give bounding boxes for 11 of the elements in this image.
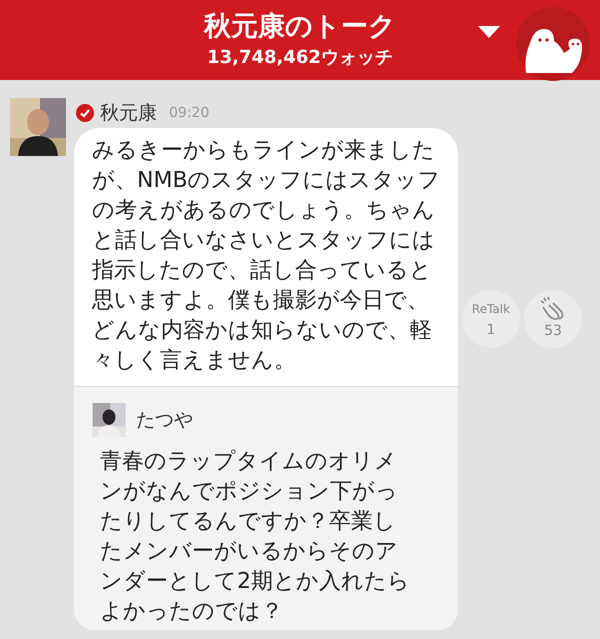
post-time: 09:20 bbox=[169, 105, 210, 121]
question-text: 青春のラップタイムのオリメンがなんでポジション下がったりしてるんですか？卒業したメンバーがいるからそのアンダーとして2期とか入れたらよかったのでは？ bbox=[99, 448, 411, 626]
dropdown-caret-icon[interactable] bbox=[478, 26, 500, 38]
retalk-button[interactable]: ReTalk 1 bbox=[462, 290, 520, 348]
message-bubble: みるきーからもラインが来ましたが、NMBのスタッフにはスタッフの考えがあるのでしょう。ちゃんと話し合いなさいとスタッフには指示したので、話し合っていると思いますよ。僕も撮影が今日で、どんな内容かは知らないので、軽々しく言えません。 bbox=[74, 128, 458, 386]
clap-button[interactable]: 53 bbox=[524, 290, 582, 348]
author-name[interactable]: 秋元康 bbox=[100, 100, 157, 126]
asker-name: たつや bbox=[136, 408, 193, 433]
ghost-logo-icon[interactable] bbox=[516, 7, 590, 81]
page-title: 秋元康のトーク bbox=[204, 10, 396, 44]
watch-count: 13,748,462ウォッチ bbox=[207, 46, 393, 70]
